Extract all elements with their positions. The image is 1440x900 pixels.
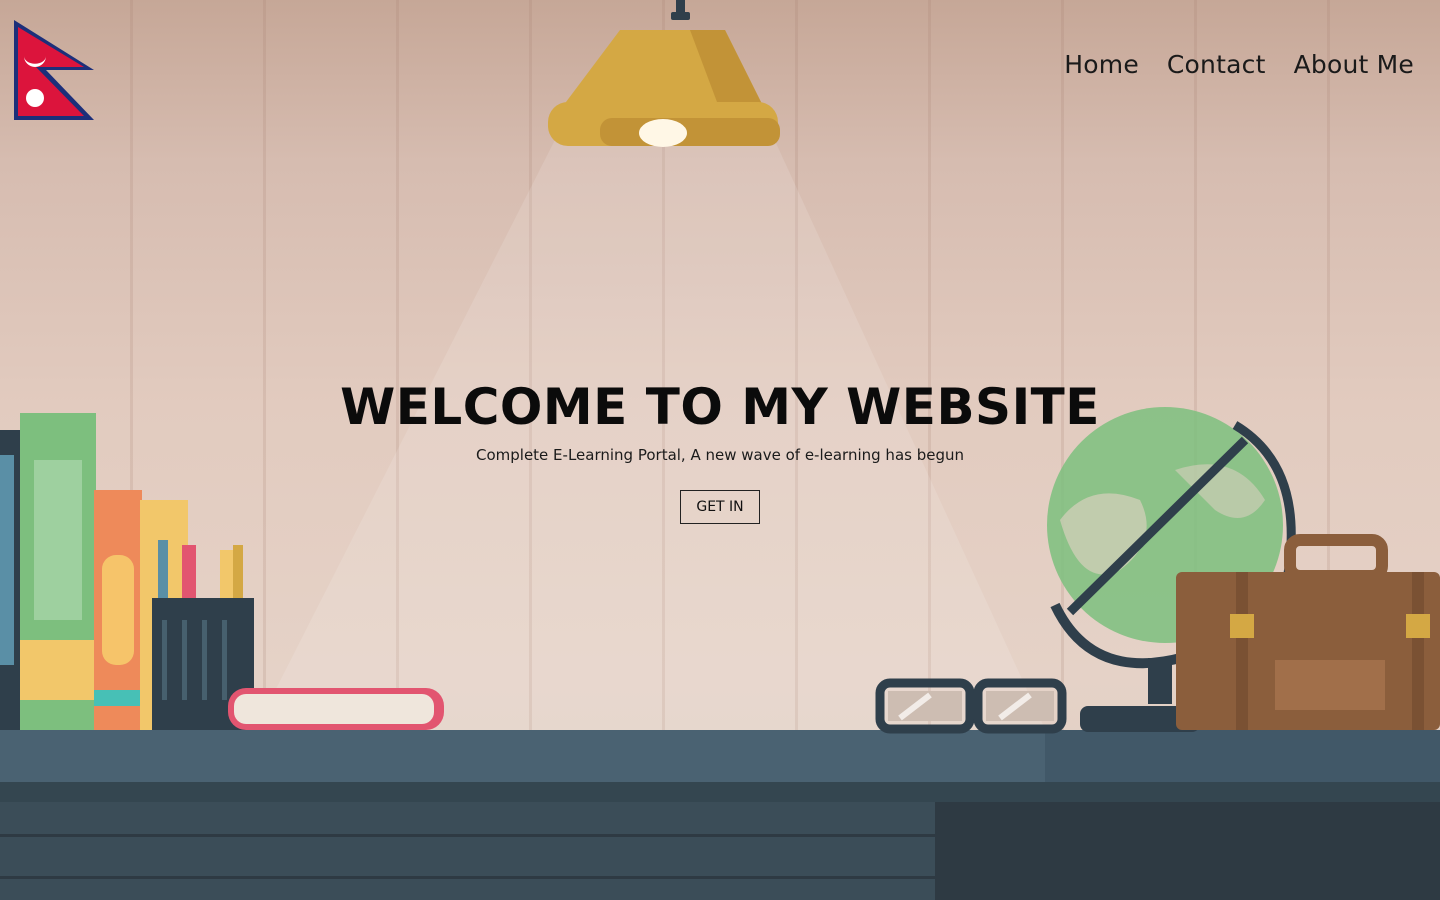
hero-section: WELCOME TO MY WEBSITE Complete E-Learnin… [0, 376, 1440, 524]
nav-link-home[interactable]: Home [1064, 50, 1139, 79]
get-in-button[interactable]: GET IN [680, 490, 760, 524]
hero-title: WELCOME TO MY WEBSITE [340, 378, 1100, 436]
hero-subtitle: Complete E-Learning Portal, A new wave o… [476, 446, 964, 464]
closed-book-icon [228, 688, 444, 730]
main-nav: Home Contact About Me [1064, 50, 1414, 79]
pendant-lamp-icon [548, 0, 780, 147]
nav-link-contact[interactable]: Contact [1167, 50, 1266, 79]
nepal-flag-icon [14, 20, 94, 120]
nepal-flag-logo[interactable] [12, 18, 98, 124]
nav-link-about-me[interactable]: About Me [1294, 50, 1414, 79]
desk [0, 730, 1440, 900]
